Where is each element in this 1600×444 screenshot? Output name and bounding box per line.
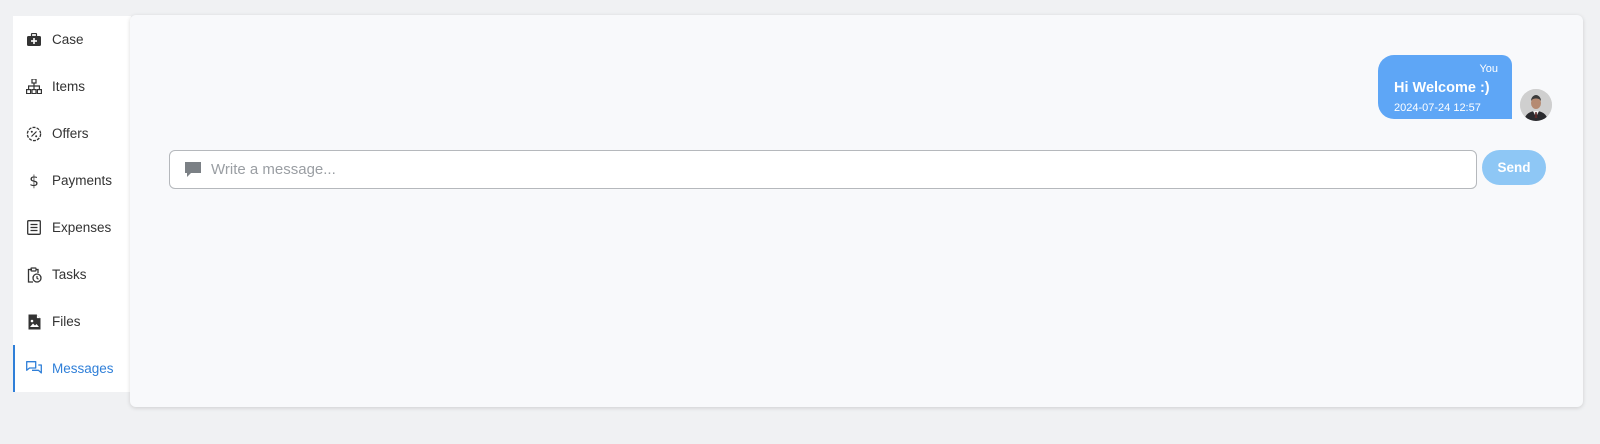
sidebar-item-payments[interactable]: $ Payments xyxy=(13,157,131,204)
send-button[interactable]: Send xyxy=(1482,150,1546,185)
sidebar-item-offers[interactable]: Offers xyxy=(13,110,131,157)
sidebar-item-label: Offers xyxy=(52,126,89,141)
dollar-icon: $ xyxy=(29,171,39,190)
sidebar-item-label: Case xyxy=(52,32,84,47)
message-text: Hi Welcome :) xyxy=(1394,80,1490,96)
sidebar-item-items[interactable]: Items xyxy=(13,63,131,110)
percent-badge-icon xyxy=(26,126,42,142)
avatar xyxy=(1520,89,1552,121)
sidebar-item-label: Files xyxy=(52,314,81,329)
sidebar-item-messages[interactable]: Messages xyxy=(13,345,131,392)
sidebar-item-expenses[interactable]: Expenses xyxy=(13,204,131,251)
sidebar-item-label: Payments xyxy=(52,173,113,188)
messages-icon xyxy=(26,361,42,377)
messages-panel: You Hi Welcome :) 2024-07-24 12:57 Send xyxy=(130,15,1583,407)
message-input[interactable] xyxy=(211,161,1476,178)
message-input-box xyxy=(169,150,1477,189)
sidebar-item-files[interactable]: Files xyxy=(13,298,131,345)
sidebar-item-label: Messages xyxy=(52,361,114,376)
message-sender: You xyxy=(1479,63,1498,75)
medical-kit-icon xyxy=(26,32,42,48)
message-bubble: You Hi Welcome :) 2024-07-24 12:57 xyxy=(1378,55,1512,119)
sidebar-item-label: Tasks xyxy=(52,267,87,282)
comment-icon xyxy=(183,160,203,180)
sidebar-item-label: Expenses xyxy=(52,220,112,235)
sidebar: Case Items Offers $ Payments Expenses Ta… xyxy=(13,16,131,392)
list-icon xyxy=(26,220,42,236)
message-row: You Hi Welcome :) 2024-07-24 12:57 xyxy=(1378,55,1552,121)
message-timestamp: 2024-07-24 12:57 xyxy=(1394,102,1481,114)
sidebar-item-tasks[interactable]: Tasks xyxy=(13,251,131,298)
sitemap-icon xyxy=(26,79,42,95)
sidebar-item-case[interactable]: Case xyxy=(13,16,131,63)
clipboard-clock-icon xyxy=(26,266,42,283)
sidebar-item-label: Items xyxy=(52,79,86,94)
file-image-icon xyxy=(26,314,42,330)
